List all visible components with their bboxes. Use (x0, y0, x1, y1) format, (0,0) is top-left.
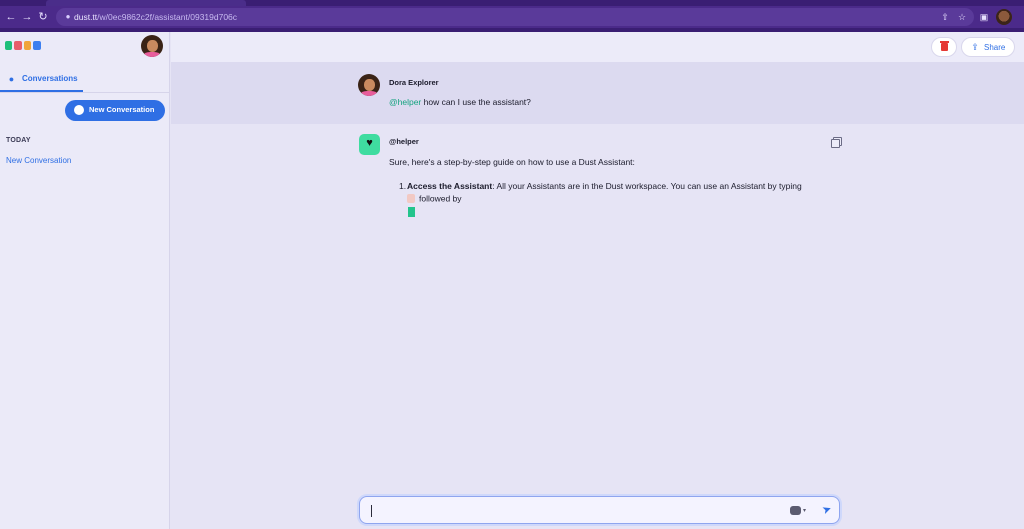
delete-conversation-button[interactable] (931, 37, 957, 57)
list-item-line2: followed by (407, 193, 462, 205)
tab-conversations-label: Conversations (22, 74, 78, 83)
url-host: dust.tt (74, 12, 98, 22)
browser-toolbar: ← → ↻ ● dust.tt/w/0ec9862c2f/assistant/0… (0, 6, 1024, 28)
send-icon[interactable]: ➤ (818, 501, 836, 519)
chevron-down-icon: ▾ (803, 508, 807, 514)
list-item-text: Access the Assistant: All your Assistant… (407, 181, 802, 191)
chat-bubbles-icon: ● (8, 74, 15, 84)
list-item-number: 1. (399, 181, 407, 191)
new-conversation-label: New Conversation (89, 105, 155, 114)
url-path: /w/0ec9862c2f/assistant/09319d706c (97, 12, 238, 22)
user-message-body: how can I use the assistant? (421, 97, 531, 107)
conversation-header: ⇪ Share (171, 32, 1024, 62)
sidebar: ● Conversations New Conversation TODAY N… (0, 32, 170, 529)
new-conversation-button[interactable]: New Conversation (65, 100, 165, 121)
sidebar-divider (0, 92, 170, 93)
sidepanel-icon[interactable]: ▣ (977, 10, 991, 24)
message-input[interactable] (368, 503, 778, 519)
share-button[interactable]: ⇪ Share (961, 37, 1015, 57)
url-text[interactable]: dust.tt/w/0ec9862c2f/assistant/09319d706… (74, 11, 237, 23)
robot-icon (790, 506, 801, 515)
upload-icon: ⇪ (971, 42, 979, 52)
inline-emoji-icon (407, 194, 415, 204)
lock-icon: ● (65, 12, 71, 21)
list-item-title: Access the Assistant (407, 181, 493, 191)
chat-bubble-icon (74, 105, 84, 115)
browser-chrome: ← → ↻ ● dust.tt/w/0ec9862c2f/assistant/0… (0, 0, 1024, 32)
list-item-body: : All your Assistants are in the Dust wo… (492, 181, 802, 191)
heart-icon: ♥ (366, 137, 373, 149)
share-page-icon[interactable]: ⇧ (938, 10, 952, 24)
user-message: Dora Explorer @helper how can I use the … (171, 62, 1024, 124)
assistant-intro-text: Sure, here's a step-by-step guide on how… (389, 157, 635, 167)
address-bar[interactable]: ● dust.tt/w/0ec9862c2f/assistant/09319d7… (56, 8, 974, 26)
user-message-author: Dora Explorer (389, 78, 439, 87)
user-avatar[interactable] (141, 35, 163, 57)
section-heading-today: TODAY (6, 137, 31, 144)
assistant-picker[interactable]: ▾ (790, 504, 812, 518)
tab-conversations[interactable]: ● Conversations (0, 68, 83, 92)
assistant-message: ♥ @helper Sure, here's a step-by-step gu… (171, 124, 1024, 244)
user-message-text: @helper how can I use the assistant? (389, 97, 531, 107)
reload-icon[interactable]: ↻ (36, 10, 50, 24)
copy-icon[interactable] (830, 136, 842, 148)
forward-icon[interactable]: → (20, 10, 34, 24)
conversation-list-item[interactable]: New Conversation (6, 156, 71, 165)
streaming-cursor (408, 207, 415, 217)
back-icon[interactable]: ← (4, 10, 18, 24)
bookmark-star-icon[interactable]: ☆ (955, 10, 969, 24)
trash-icon (940, 41, 949, 51)
user-message-avatar (358, 74, 380, 96)
list-item-line2-text: followed by (419, 193, 462, 204)
assistant-message-author: @helper (389, 137, 419, 146)
message-input-box[interactable]: ▾ ➤ (359, 496, 840, 524)
assistant-mention[interactable]: @helper (389, 97, 421, 107)
assistant-avatar: ♥ (359, 134, 380, 155)
browser-profile-avatar[interactable] (996, 9, 1012, 25)
text-caret (371, 505, 372, 517)
share-label: Share (984, 43, 1006, 52)
dust-logo[interactable] (5, 41, 41, 53)
